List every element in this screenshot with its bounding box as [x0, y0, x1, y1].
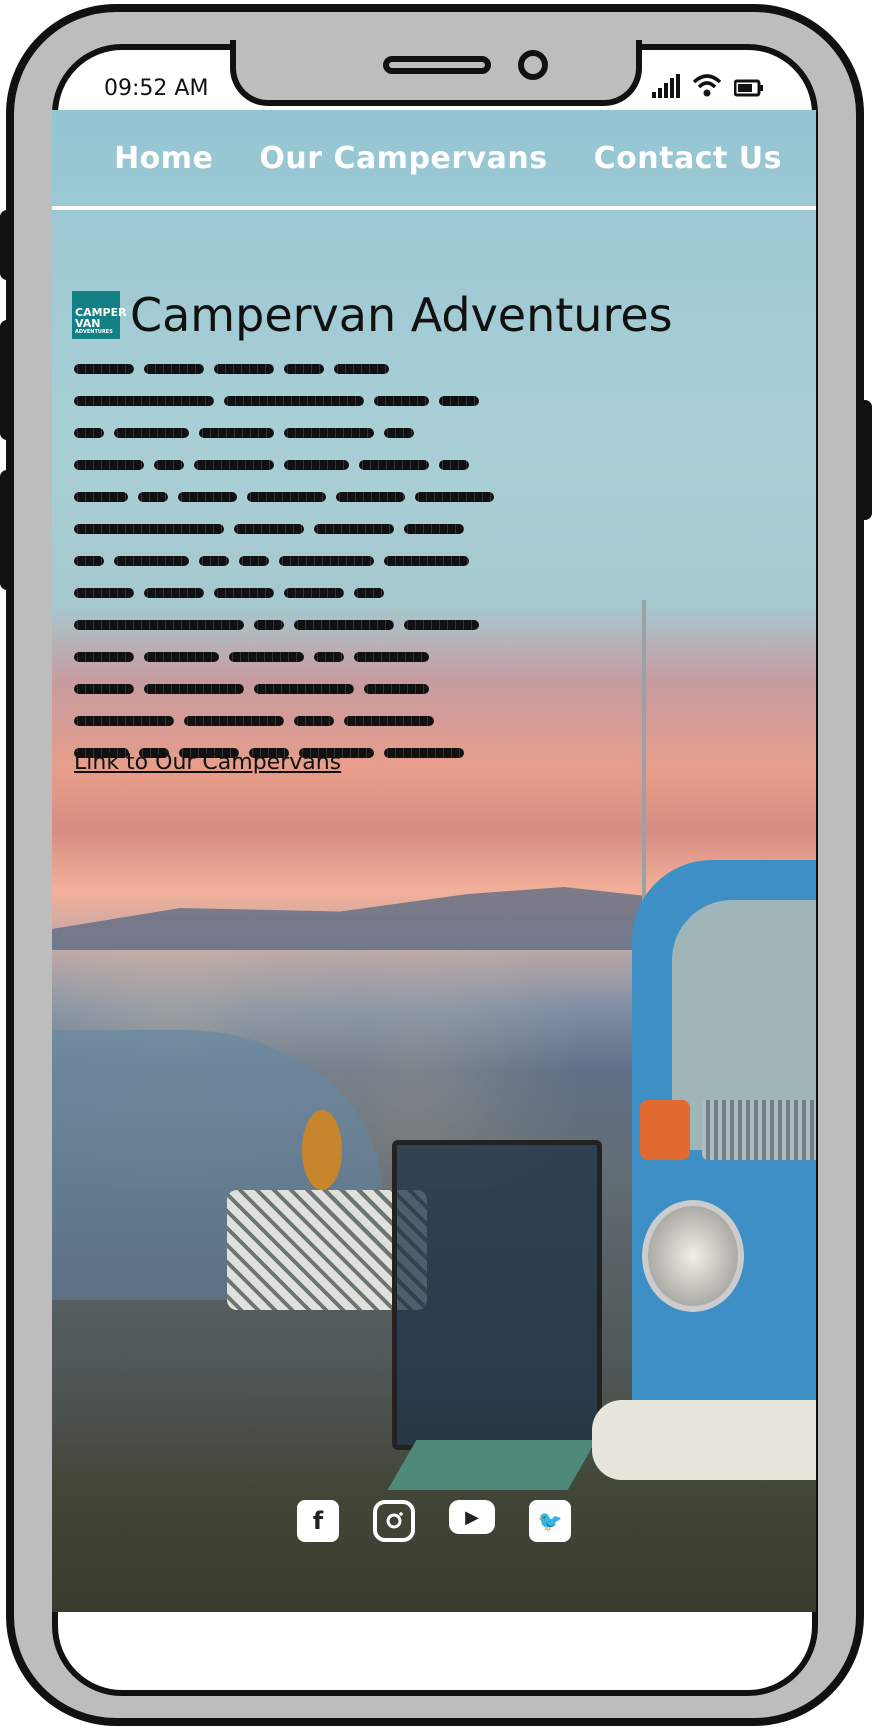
nav-home[interactable]: Home — [114, 141, 213, 176]
phone-power-button — [858, 400, 872, 520]
campervan-image — [592, 680, 816, 1520]
placeholder-text-block — [74, 364, 494, 780]
main-nav: Home Our Campervans Contact Us — [52, 110, 816, 210]
twitter-icon[interactable]: 🐦 — [529, 1500, 571, 1542]
logo-text: ADVENTURES — [75, 329, 113, 335]
youtube-glyph: ▶ — [465, 1506, 479, 1528]
status-icons — [652, 72, 764, 98]
camera-icon — [518, 50, 548, 80]
campervans-link[interactable]: Link to Our Campervans — [74, 750, 341, 775]
brand: CAMPER VAN ADVENTURES Campervan Adventur… — [72, 288, 673, 342]
brand-logo: CAMPER VAN ADVENTURES — [72, 291, 127, 339]
nav-contact-us[interactable]: Contact Us — [594, 141, 782, 176]
wifi-icon — [692, 74, 722, 97]
phone-volume-button — [0, 320, 14, 440]
phone-volume-button — [0, 470, 14, 590]
logo-text: VAN — [75, 317, 101, 330]
instagram-icon[interactable] — [373, 1500, 415, 1542]
hero-section: Home Our Campervans Contact Us CAMPER VA… — [52, 110, 816, 1612]
mat — [387, 1440, 597, 1490]
instagram-glyph — [386, 1512, 403, 1529]
facebook-icon[interactable]: f — [297, 1500, 339, 1542]
status-time: 09:52 AM — [104, 76, 209, 101]
phone-notch — [230, 40, 642, 106]
phone-side-button — [0, 210, 14, 280]
page-title: Campervan Adventures — [130, 288, 673, 342]
speaker-icon — [383, 56, 491, 74]
battery-icon — [734, 79, 763, 97]
facebook-glyph: f — [312, 1507, 324, 1535]
social-links: f ▶ 🐦 — [52, 1500, 816, 1542]
twitter-glyph: 🐦 — [537, 1509, 563, 1533]
pineapple — [302, 1110, 342, 1190]
nav-our-campervans[interactable]: Our Campervans — [259, 141, 547, 176]
signal-icon — [652, 74, 680, 98]
camping-chair — [392, 1140, 602, 1450]
youtube-icon[interactable]: ▶ — [449, 1500, 495, 1534]
